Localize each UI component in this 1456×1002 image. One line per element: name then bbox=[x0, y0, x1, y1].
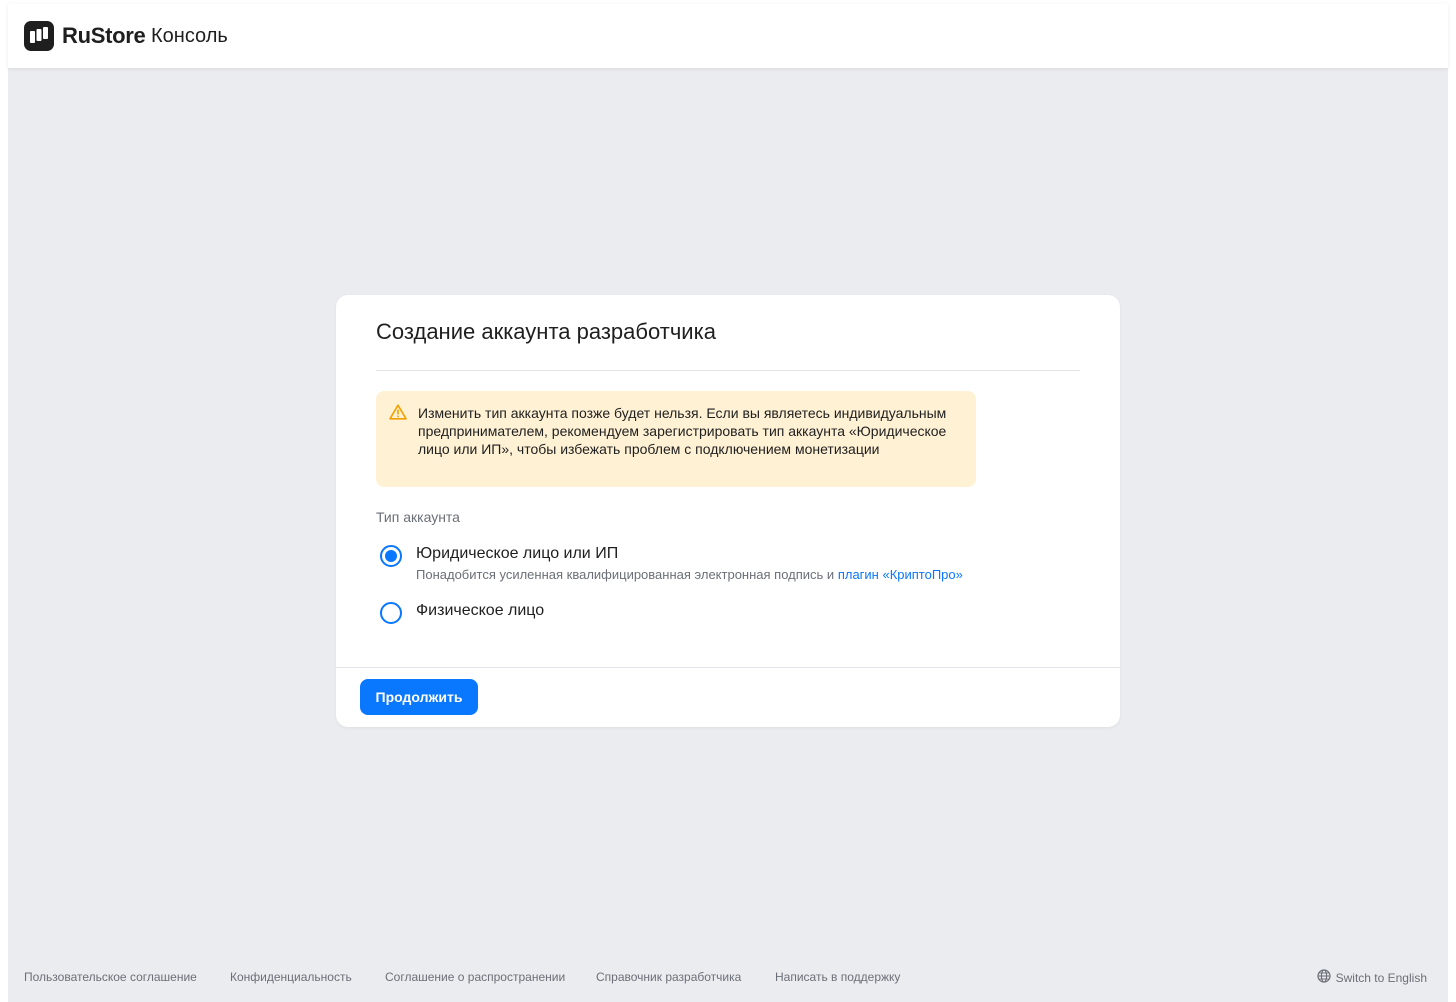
option-label[interactable]: Юридическое лицо или ИП bbox=[416, 545, 618, 563]
globe-icon bbox=[1317, 969, 1331, 986]
page-footer: Пользовательское соглашение Конфиденциал… bbox=[8, 969, 1448, 990]
section-title: Консоль bbox=[151, 25, 228, 47]
top-bar: RuStore Консоль bbox=[8, 4, 1448, 68]
account-type-label: Тип аккаунта bbox=[376, 509, 460, 525]
rustore-logo-icon[interactable] bbox=[24, 21, 54, 51]
radio-individual[interactable] bbox=[380, 602, 402, 624]
option-hint: Понадобится усиленная квалифицированная … bbox=[416, 567, 963, 582]
continue-button[interactable]: Продолжить bbox=[360, 679, 478, 715]
footer-link-distribution-agreement[interactable]: Соглашение о распространении bbox=[385, 970, 565, 984]
footer-link-privacy[interactable]: Конфиденциальность bbox=[230, 970, 352, 984]
option-hint-text: Понадобится усиленная квалифицированная … bbox=[416, 567, 835, 582]
page-title: Создание аккаунта разработчика bbox=[376, 319, 716, 344]
cryptopro-plugin-link[interactable]: плагин «КриптоПро» bbox=[838, 567, 963, 582]
footer-link-user-agreement[interactable]: Пользовательское соглашение bbox=[24, 970, 197, 984]
warning-banner: Изменить тип аккаунта позже будет нельзя… bbox=[376, 391, 976, 487]
warning-text: Изменить тип аккаунта позже будет нельзя… bbox=[418, 405, 947, 457]
app-frame: RuStore Консоль Создание аккаунта разраб… bbox=[8, 4, 1448, 1002]
option-label[interactable]: Физическое лицо bbox=[416, 602, 544, 620]
warning-triangle-icon bbox=[389, 404, 407, 425]
language-switch[interactable]: Switch to English bbox=[1317, 969, 1427, 986]
brand-name[interactable]: RuStore bbox=[62, 23, 146, 49]
footer-link-support[interactable]: Написать в поддержку bbox=[775, 970, 900, 984]
footer-link-developer-guide[interactable]: Справочник разработчика bbox=[596, 970, 741, 984]
create-account-card: Создание аккаунта разработчика Изменить … bbox=[336, 295, 1120, 727]
divider bbox=[336, 667, 1120, 668]
language-switch-label[interactable]: Switch to English bbox=[1336, 971, 1427, 985]
divider bbox=[376, 370, 1080, 371]
radio-legal-entity[interactable] bbox=[380, 545, 402, 567]
